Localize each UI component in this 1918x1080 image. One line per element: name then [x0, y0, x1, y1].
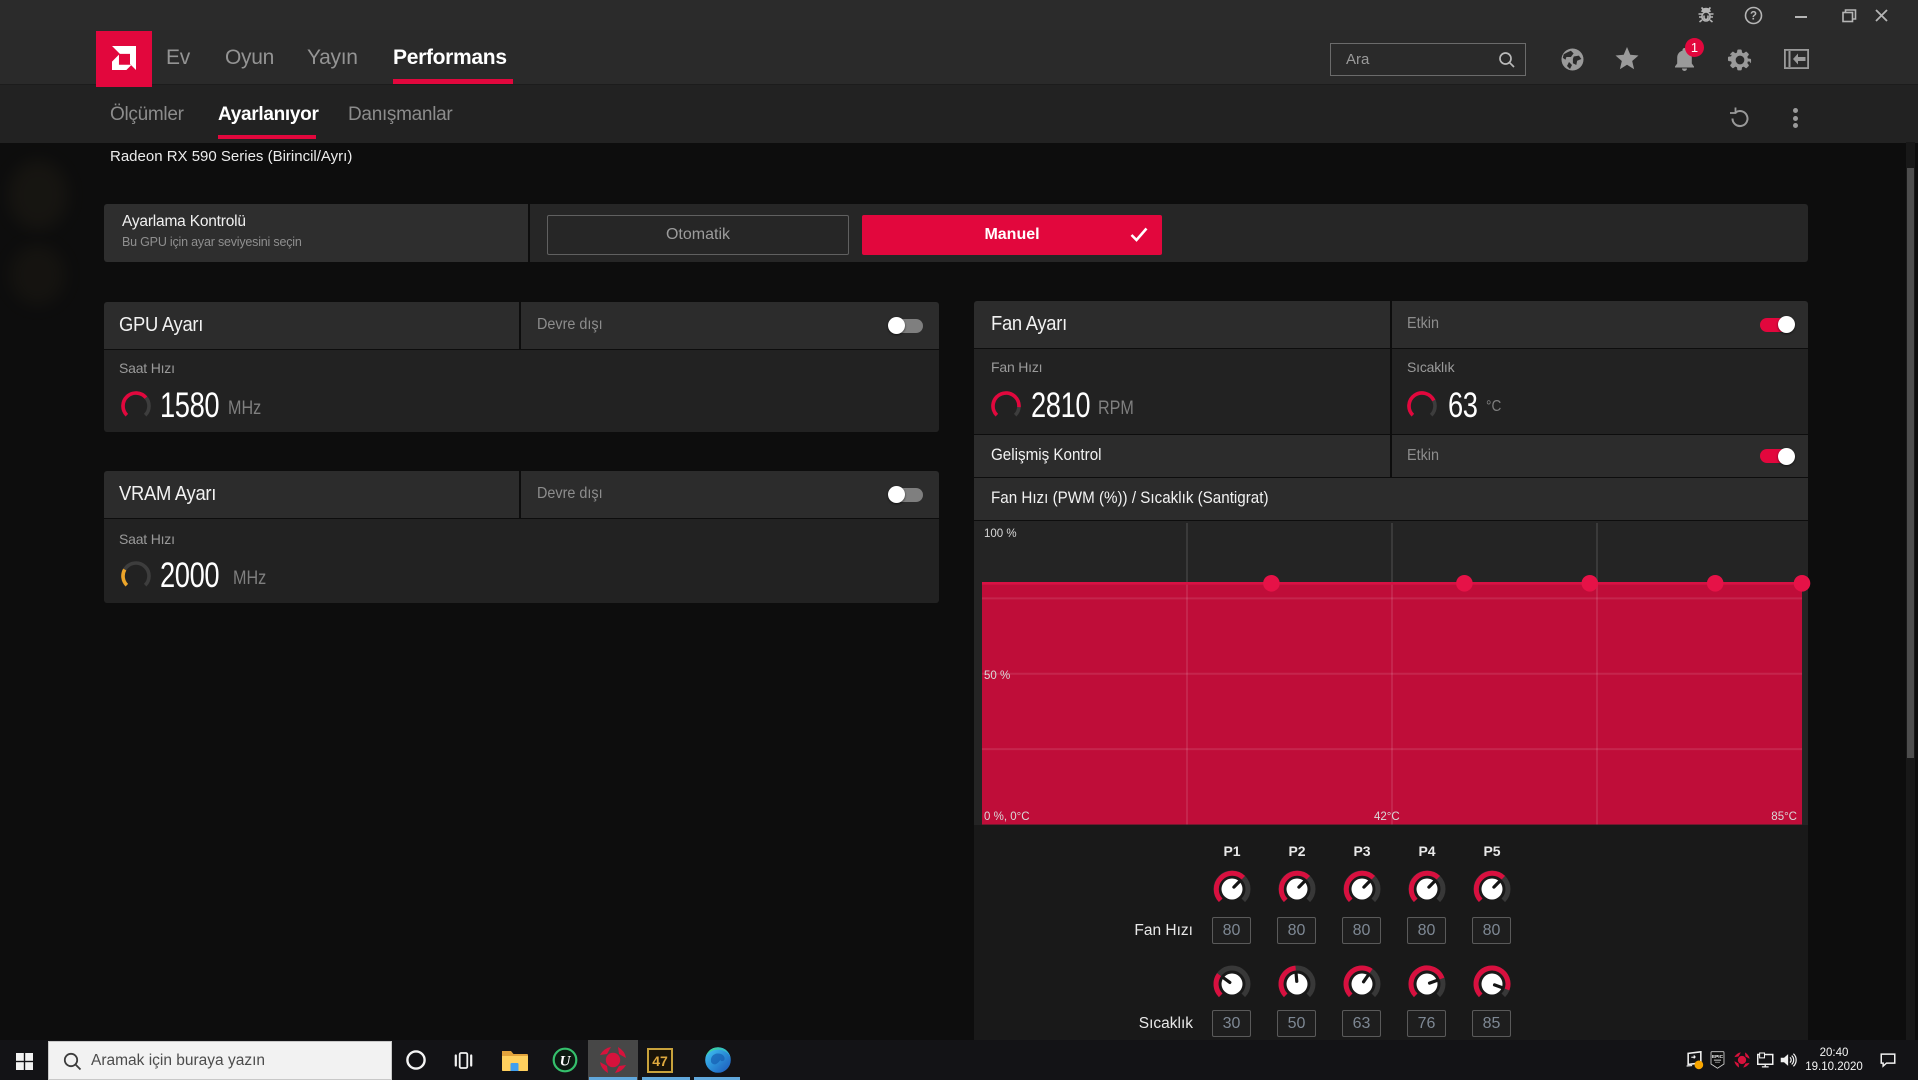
svg-text:42°C: 42°C [1374, 811, 1400, 823]
svg-text:EPIC: EPIC [1712, 1054, 1724, 1059]
svg-text:85°C: 85°C [1771, 811, 1797, 823]
svg-text:0 %, 0°C: 0 %, 0°C [984, 811, 1030, 823]
svg-text:100 %: 100 % [984, 528, 1017, 540]
svg-text:50 %: 50 % [984, 670, 1010, 682]
svg-text:47: 47 [652, 1053, 668, 1069]
svg-text:?: ? [1750, 11, 1757, 23]
svg-text:U: U [560, 1054, 572, 1070]
